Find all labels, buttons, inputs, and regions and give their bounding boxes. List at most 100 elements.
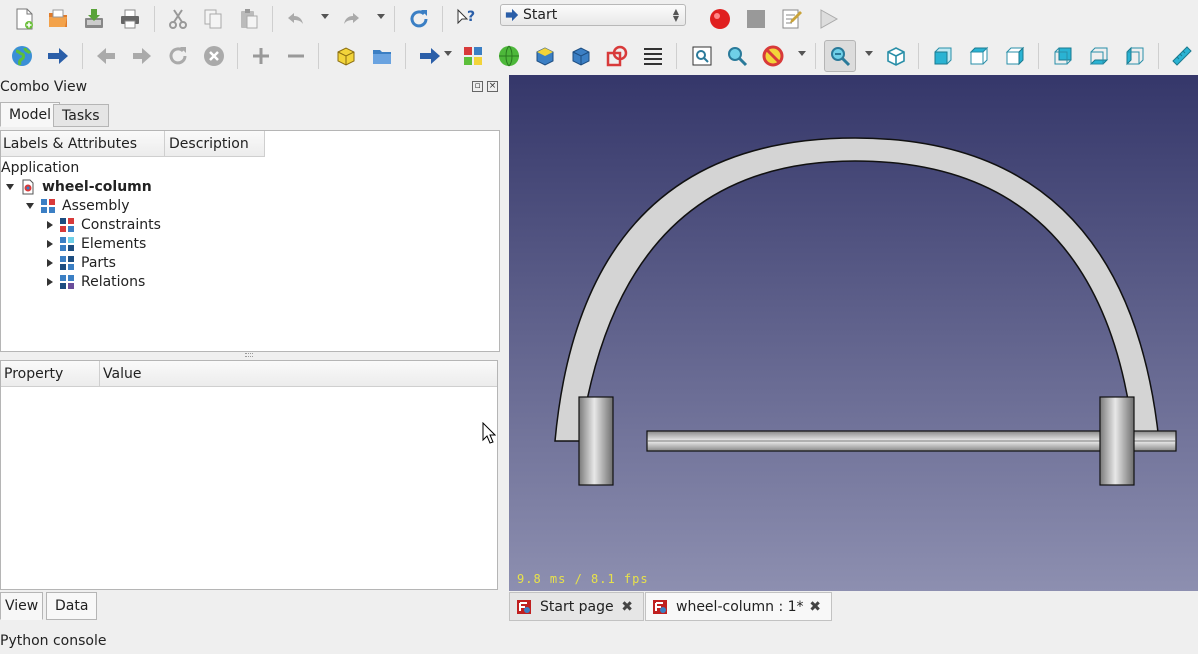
float-dock-icon[interactable]: ▫ [472,81,483,92]
wheel-left[interactable] [578,396,614,486]
tree-item-document[interactable]: wheel-column [6,177,152,196]
view-rear-icon[interactable] [1047,40,1079,72]
view-right-icon[interactable] [999,40,1031,72]
toolbar-separator [815,43,816,69]
property-header: Property Value [1,361,497,387]
doc-tab-start-page[interactable]: Start page ✖ [509,592,644,621]
forward-arrow-icon[interactable] [42,40,74,72]
tree-item-relations[interactable]: Relations [45,272,145,291]
new-document-icon[interactable] [8,3,40,35]
tab-model[interactable]: Model [0,102,61,127]
zoom-icon[interactable] [824,40,856,72]
create-group-folder-icon[interactable] [366,40,398,72]
expand-arrow-icon[interactable] [47,220,53,229]
web-globe-icon[interactable] [6,40,38,72]
view-left-icon[interactable] [1119,40,1151,72]
link-dropdown-icon[interactable] [444,51,452,56]
redo-dropdown-icon[interactable] [377,14,385,19]
expand-arrow-icon[interactable] [47,239,53,248]
spreadsheet-icon[interactable] [637,40,669,72]
column-header-property[interactable]: Property [1,361,100,387]
measure-ruler-icon[interactable] [1166,40,1198,72]
property-panel: Property Value [0,360,498,590]
paste-icon[interactable] [233,3,265,35]
view-top-icon[interactable] [963,40,995,72]
tree-item-application[interactable]: Application [1,158,79,177]
tree-header: Labels & Attributes Description [1,131,265,157]
copy-icon[interactable] [197,3,229,35]
column-header-labels[interactable]: Labels & Attributes [1,131,165,157]
whats-this-icon[interactable]: ? [450,3,482,35]
undo-dropdown-icon[interactable] [321,14,329,19]
redo-icon[interactable] [335,3,367,35]
toolbar-separator [82,43,83,69]
box-yellow-blue-icon[interactable] [529,40,561,72]
3d-viewport[interactable]: 9.8 ms / 8.1 fps [509,75,1198,591]
stop-macro-icon[interactable] [740,3,772,35]
view-isometric-icon[interactable] [880,40,912,72]
tab-data[interactable]: Data [46,592,98,620]
tab-tasks[interactable]: Tasks [53,104,109,127]
panel-splitter-handle[interactable] [245,353,253,357]
run-macro-icon[interactable] [812,3,844,35]
column-header-description[interactable]: Description [165,131,265,157]
open-document-icon[interactable] [42,3,74,35]
close-dock-icon[interactable]: × [487,81,498,92]
fit-selection-icon[interactable] [721,40,753,72]
doc-tab-label: Start page [540,598,614,615]
toolbar-separator [237,43,238,69]
print-icon[interactable] [114,3,146,35]
reload-icon[interactable] [162,40,194,72]
view-bottom-icon[interactable] [1083,40,1115,72]
toolbar-separator [1158,43,1159,69]
cube-blue-icon[interactable] [565,40,597,72]
column-header-value[interactable]: Value [100,361,497,387]
zoom-in-plus-icon[interactable] [245,40,277,72]
tree-item-label: Assembly [62,197,130,214]
refresh-icon[interactable] [403,3,435,35]
python-console-title: Python console [0,633,107,649]
stop-loading-icon[interactable] [198,40,230,72]
toolbar-separator [318,43,319,69]
expand-arrow-icon[interactable] [47,258,53,267]
tree-item-label: Relations [81,273,146,290]
mouse-cursor-icon [482,422,496,444]
combo-view-title: Combo View [0,79,88,95]
undo-icon[interactable] [280,3,312,35]
navigate-back-icon[interactable] [90,40,122,72]
link-arrow-icon[interactable] [414,40,446,72]
sphere-icon[interactable] [493,40,525,72]
zoom-out-minus-icon[interactable] [280,40,312,72]
view-front-icon[interactable] [927,40,959,72]
tree-item-assembly[interactable]: Assembly [26,196,129,215]
close-tab-icon[interactable]: ✖ [621,599,633,615]
collapse-arrow-icon[interactable] [6,183,14,190]
workbench-selector[interactable]: Start ▲ ▼ [500,4,686,26]
expand-arrow-icon[interactable] [47,277,53,286]
tab-view[interactable]: View [0,592,44,620]
tree-item-elements[interactable]: Elements [45,234,146,253]
create-part-icon[interactable] [330,40,362,72]
toolbar-separator [918,43,919,69]
draw-style-icon[interactable] [757,40,789,72]
assembly-icon[interactable] [457,40,489,72]
updown-arrow-icon: ▲ ▼ [672,7,679,23]
wheel-right[interactable] [1099,396,1135,486]
doc-tab-wheel-column[interactable]: wheel-column : 1* ✖ [645,592,832,621]
save-icon[interactable] [78,3,110,35]
draw-style-dropdown-icon[interactable] [798,51,806,56]
edit-macro-icon[interactable] [776,3,808,35]
zoom-dropdown-icon[interactable] [865,51,873,56]
arch-frame[interactable] [554,137,1160,442]
toolbar-separator [154,6,155,32]
shape-red-icon[interactable] [601,40,633,72]
tree-item-parts[interactable]: Parts [45,253,116,272]
cut-icon[interactable] [162,3,194,35]
tree-item-constraints[interactable]: Constraints [45,215,161,234]
record-macro-icon[interactable] [704,3,736,35]
close-tab-icon[interactable]: ✖ [809,599,821,615]
collapse-arrow-icon[interactable] [26,202,34,209]
navigate-forward-icon[interactable] [126,40,158,72]
fit-all-icon[interactable] [686,40,718,72]
toolbar-separator [394,6,395,32]
